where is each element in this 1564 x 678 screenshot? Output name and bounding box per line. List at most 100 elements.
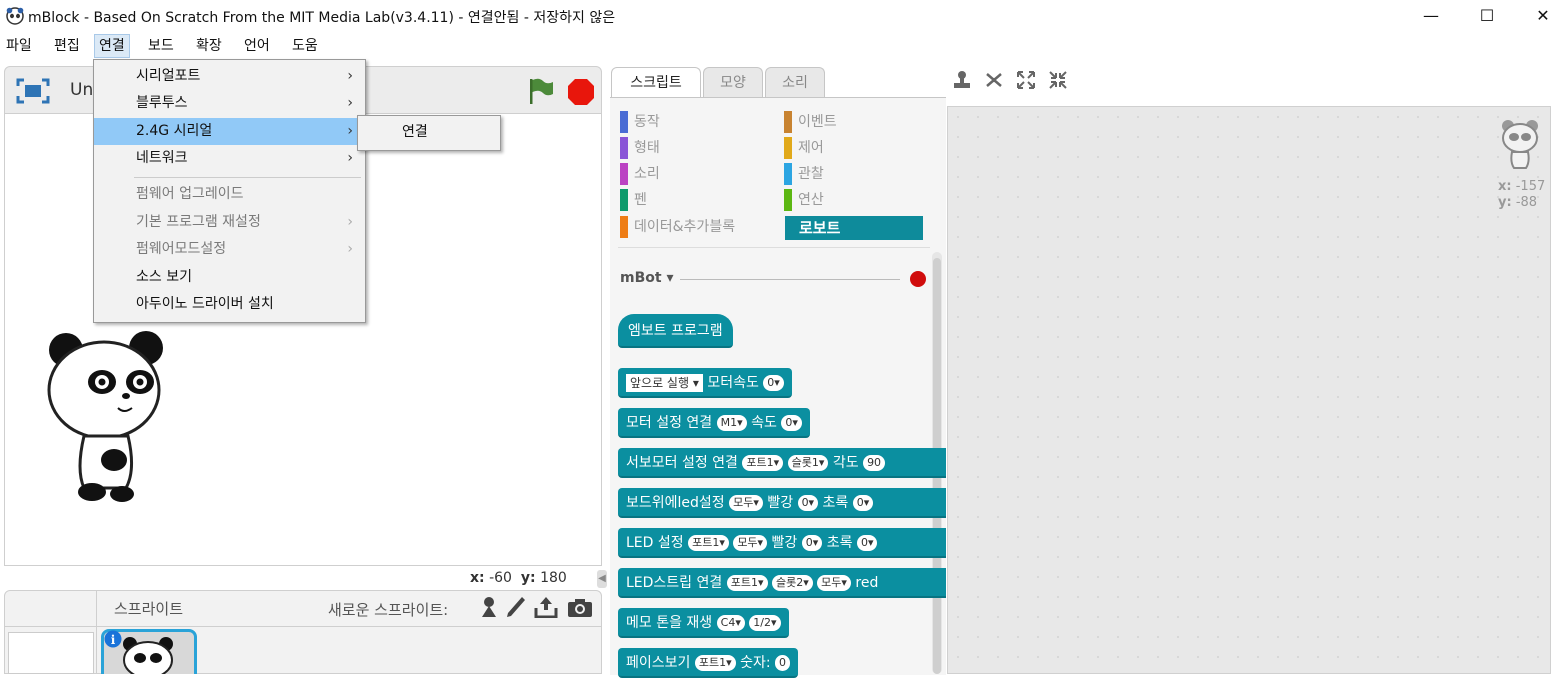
category-motion[interactable]: 동작 [620,111,660,133]
note-pill[interactable]: C4▾ [716,615,745,631]
block-mbot-program[interactable]: 엠보트 프로그램 [618,314,733,348]
category-motion-label: 동작 [634,114,660,130]
category-sensing-label: 관찰 [798,166,824,182]
menu-item-serial-port[interactable]: 시리얼포트 › [94,63,365,90]
block-text: LED스트립 연결 [626,575,723,591]
green-pill[interactable]: 0▾ [852,495,874,511]
minimize-button[interactable]: — [1408,0,1454,32]
sprite-y-readout: y: -88 [1498,195,1537,210]
stage-thumbnail[interactable] [8,632,94,674]
port-pill[interactable]: 포트1▾ [694,655,736,671]
menu-edit[interactable]: 편집 [50,35,84,57]
menu-item-firmware-mode[interactable]: 펌웨어모드설정 › [94,236,365,263]
chevron-right-icon: › [347,214,353,230]
shrink-icon[interactable] [1048,70,1068,90]
device-dropdown[interactable]: mBot ▾ [620,270,673,286]
menu-item-connect[interactable]: 연결 [358,119,500,146]
number-pill[interactable]: 0 [775,655,791,671]
motor-pill[interactable]: M1▾ [716,415,747,431]
tab-costumes[interactable]: 모양 [703,67,763,97]
block-set-led[interactable]: LED 설정 포트1▾ 모두▾ 빨강 0▾ 초록 0▾ [618,528,946,558]
sprite-x-label: x: [1498,179,1512,194]
menu-extensions[interactable]: 확장 [192,35,226,57]
green-pill[interactable]: 0▾ [856,535,878,551]
speed-pill[interactable]: 0▾ [781,415,802,431]
tab-sounds[interactable]: 소리 [765,67,825,97]
menu-boards[interactable]: 보드 [144,35,178,57]
menu-item-24g-serial[interactable]: 2.4G 시리얼 › [94,118,365,145]
slot-pill[interactable]: 슬롯2▾ [771,575,813,591]
led-pill[interactable]: 모두▾ [733,535,768,551]
menu-item-network[interactable]: 네트워크 › [94,145,365,172]
script-area[interactable] [947,106,1551,674]
category-pen[interactable]: 펜 [620,189,647,211]
info-icon[interactable]: i [104,630,122,648]
angle-pill[interactable]: 90 [863,455,886,471]
category-data-swatch [620,216,628,238]
slot-pill[interactable]: 슬롯1▾ [787,455,829,471]
led-pill[interactable]: 모두▾ [817,575,851,591]
red-pill[interactable]: 0▾ [797,495,819,511]
delete-scissors-icon[interactable] [984,70,1004,90]
green-flag-icon[interactable] [527,76,555,106]
speed-pill[interactable]: 0▾ [763,375,784,391]
collapse-stage-icon[interactable]: ◀ [597,570,607,588]
block-led-strip[interactable]: LED스트립 연결 포트1▾ 슬롯2▾ 모두▾ red [618,568,946,598]
menu-item-label: 펌웨어모드설정 [136,241,227,257]
menu-help[interactable]: 도움 [288,35,322,57]
tab-scripts[interactable]: 스크립트 [611,67,701,97]
block-text: 서보모터 설정 연결 [626,455,738,471]
red-pill[interactable]: 0▾ [801,535,823,551]
upload-sprite-icon[interactable] [534,596,558,618]
panda-thumbnail-icon [123,637,173,674]
category-sound[interactable]: 소리 [620,163,660,185]
block-set-motor[interactable]: 모터 설정 연결 M1▾ 속도 0▾ [618,408,810,438]
duplicate-stamp-icon[interactable] [952,70,972,90]
choose-sprite-library-icon[interactable] [478,596,500,618]
category-robots[interactable]: 로보트 [785,216,923,240]
category-looks-label: 형태 [634,140,660,156]
block-play-tone[interactable]: 메모 톤을 재생 C4▾ 1/2▾ [618,608,789,638]
block-motor-run[interactable]: 앞으로 실행 ▾ 모터속도 0▾ [618,368,792,398]
project-title[interactable]: Un [70,80,93,100]
direction-dropdown[interactable]: 앞으로 실행 ▾ [626,374,703,392]
block-set-servo[interactable]: 서보모터 설정 연결 포트1▾ 슬롯1▾ 각도 90 [618,448,946,478]
close-button[interactable]: ✕ [1520,0,1564,32]
maximize-button[interactable]: ☐ [1464,0,1510,32]
fullscreen-icon[interactable] [16,78,50,104]
menu-file[interactable]: 파일 [2,35,36,57]
block-set-board-led[interactable]: 보드위에led설정 모두▾ 빨강 0▾ 초록 0▾ [618,488,946,518]
category-operators[interactable]: 연산 [784,189,824,211]
camera-icon[interactable] [567,598,593,618]
menu-item-bluetooth[interactable]: 블루투스 › [94,90,365,117]
menu-connect[interactable]: 연결 [94,34,130,58]
category-control[interactable]: 제어 [784,137,824,159]
block-text: 모터 설정 연결 [626,415,713,431]
panda-sprite[interactable] [44,330,172,506]
block-text: 초록 [822,495,849,511]
svg-text:i: i [111,633,116,647]
paint-sprite-icon[interactable] [506,596,526,618]
sprite-panel-divider [4,626,602,627]
stop-icon[interactable] [567,78,595,106]
block-text: 보드위에led설정 [626,495,725,511]
menu-item-reset-default-program[interactable]: 기본 프로그램 재설정 › [94,209,365,236]
category-data[interactable]: 데이터&추가블록 [620,216,735,238]
sprite-panel-split [96,590,97,674]
led-pill[interactable]: 모두▾ [729,495,763,511]
menu-item-install-arduino-driver[interactable]: 아두이노 드라이버 설치 [94,291,365,318]
category-looks[interactable]: 형태 [620,137,660,159]
port-pill[interactable]: 포트1▾ [742,455,784,471]
menu-item-firmware-upgrade[interactable]: 펌웨어 업그레이드 [94,181,365,208]
menu-language[interactable]: 언어 [240,35,274,57]
menu-item-label: 2.4G 시리얼 [136,123,213,139]
port-pill[interactable]: 포트1▾ [688,535,729,551]
menu-item-view-source[interactable]: 소스 보기 [94,264,365,291]
grow-icon[interactable] [1016,70,1036,90]
category-events[interactable]: 이벤트 [784,111,837,133]
new-sprite-label: 새로운 스프라이트: [328,601,449,619]
port-pill[interactable]: 포트1▾ [726,575,768,591]
category-sensing[interactable]: 관찰 [784,163,824,185]
block-text: 빨강 [767,495,794,511]
beat-pill[interactable]: 1/2▾ [749,615,781,631]
